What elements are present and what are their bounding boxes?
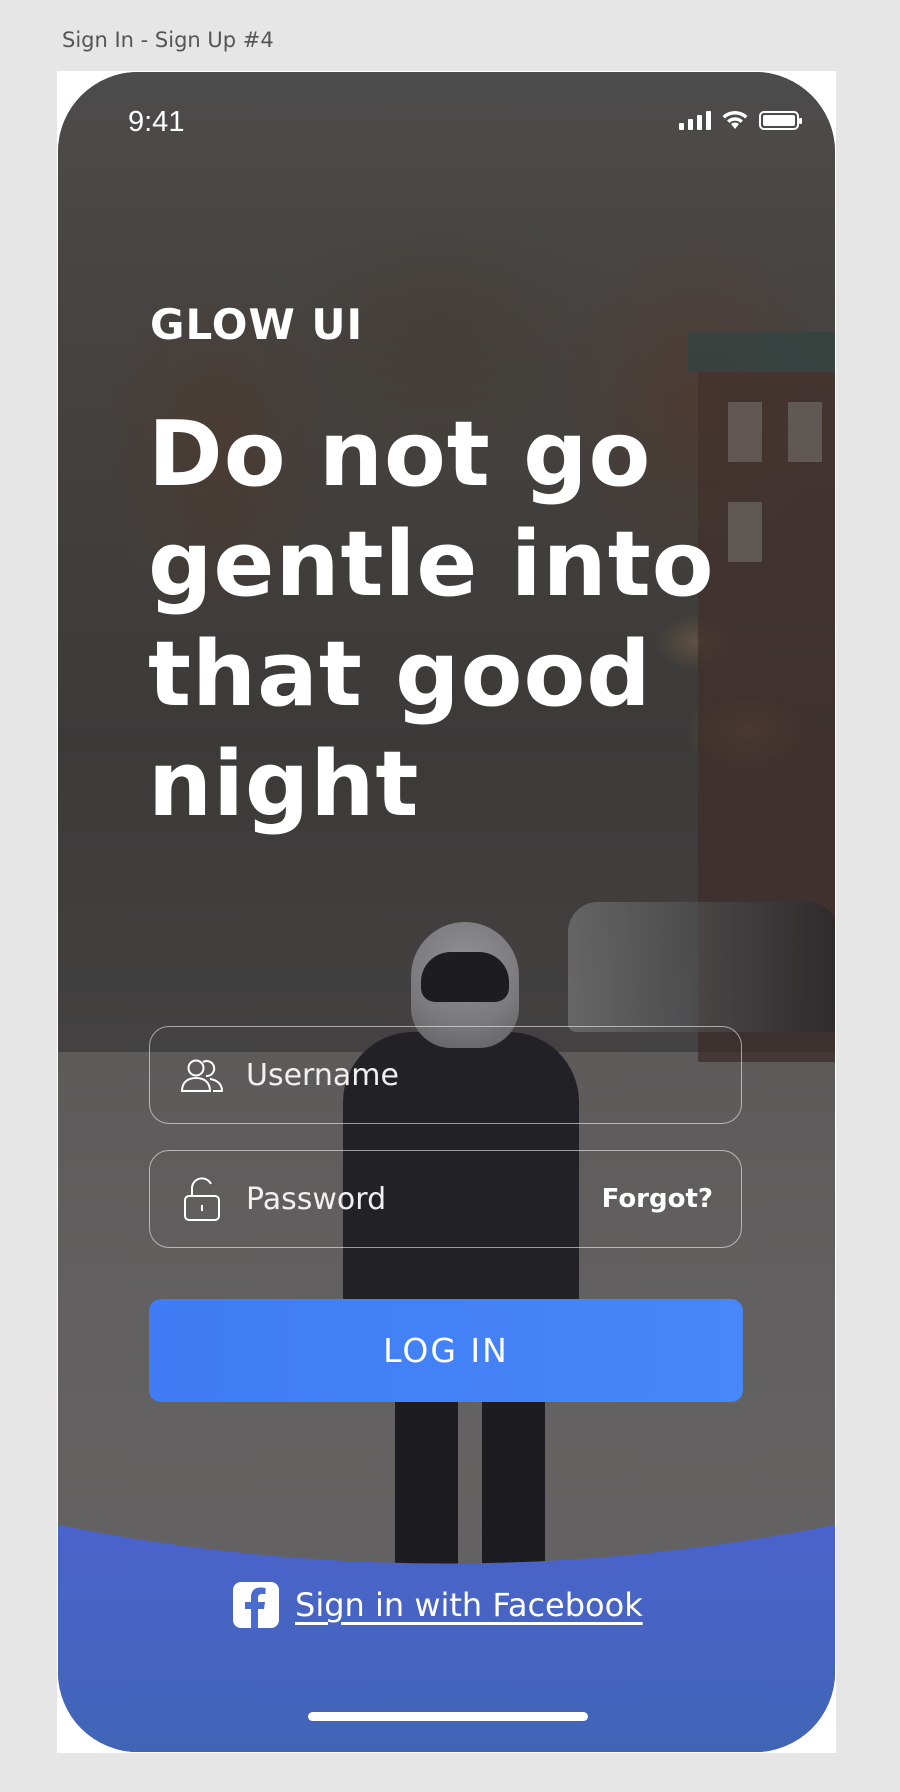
- username-input[interactable]: [244, 1056, 588, 1094]
- login-button[interactable]: LOG IN: [149, 1299, 743, 1402]
- username-field[interactable]: [149, 1026, 742, 1124]
- headline: Do not go gentle into that good night: [148, 402, 715, 837]
- facebook-signin-link[interactable]: Sign in with Facebook: [295, 1586, 643, 1624]
- signal-icon: [679, 110, 711, 130]
- artboard-label: Sign In - Sign Up #4: [62, 28, 274, 52]
- battery-icon: [759, 110, 802, 130]
- password-field[interactable]: Forgot?: [149, 1150, 742, 1248]
- phone-screen: 9:41 GLOW UI Do not go gentle into that …: [58, 72, 835, 1752]
- status-icons: [679, 110, 802, 130]
- facebook-signin[interactable]: Sign in with Facebook: [233, 1582, 643, 1628]
- facebook-icon: [233, 1582, 279, 1628]
- wifi-icon: [722, 110, 748, 129]
- password-input[interactable]: [244, 1180, 588, 1218]
- forgot-password-link[interactable]: Forgot?: [602, 1184, 713, 1214]
- unlock-icon: [178, 1175, 226, 1223]
- status-bar: 9:41: [58, 72, 835, 172]
- home-indicator: [308, 1712, 588, 1721]
- brand-logo-text: GLOW UI: [150, 300, 364, 349]
- status-time: 9:41: [128, 106, 185, 138]
- users-icon: [178, 1051, 226, 1099]
